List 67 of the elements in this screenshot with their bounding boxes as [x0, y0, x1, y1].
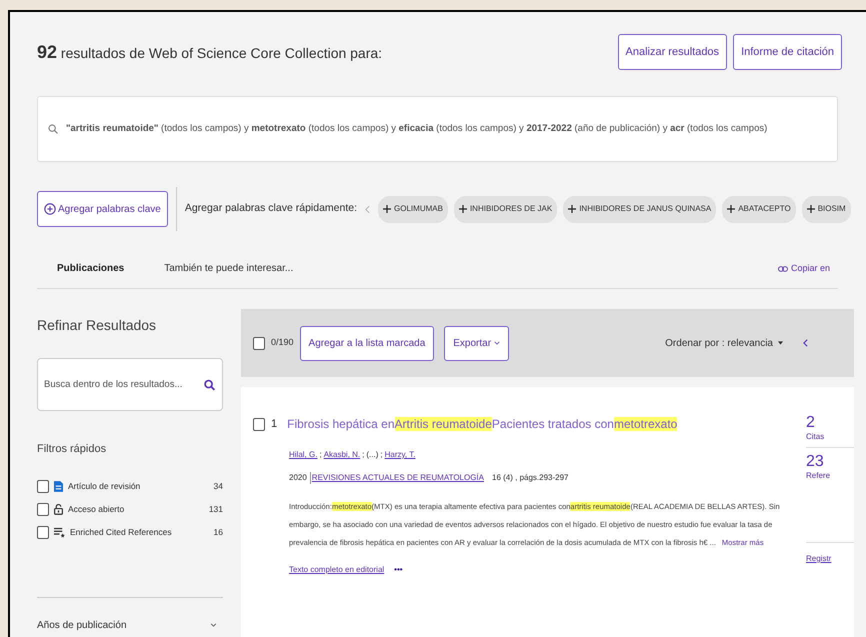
checkbox[interactable] — [253, 418, 265, 430]
sidebar-title: Refinar Resultados — [37, 316, 158, 335]
caret-down-icon — [778, 341, 783, 345]
quick-filters-title: Filtros rápidos — [37, 442, 108, 457]
tab[interactable]: Publicaciones — [37, 261, 144, 276]
sort-dropdown[interactable]: Ordenar por : relevancia — [665, 336, 783, 350]
open-lock-icon — [54, 504, 63, 514]
journal-link[interactable]: REVISIONES ACTUALES DE REUMATOLOGÍA — [310, 472, 484, 484]
keyword-chip[interactable]: BIOSIM — [802, 196, 851, 222]
filter-count: 34 — [214, 480, 223, 492]
record-link[interactable]: Registr — [806, 542, 854, 565]
chevron-down-icon — [494, 341, 500, 345]
export-button[interactable]: Exportar — [444, 326, 510, 360]
plus-icon — [806, 205, 815, 213]
query-text: "artritis reumatoide" (todos los campos) y metotrexato (todos los campos) y eficacia (todos los campos) y 2017-2022 (año de publicación) y acr (todos los campos) — [66, 122, 768, 136]
author-separator: ; — [361, 449, 366, 461]
result-number: 1 — [271, 416, 278, 432]
search-icon[interactable] — [204, 379, 215, 391]
checkbox[interactable] — [253, 336, 265, 350]
results-heading: 92 resultados de Web of Science Core Collection para: — [37, 40, 382, 64]
document-icon — [54, 480, 63, 492]
more-options-button[interactable]: ••• — [394, 564, 403, 576]
citation-label: Citas — [806, 431, 854, 448]
list-star-icon — [54, 526, 65, 538]
author-separator: ; — [379, 449, 384, 461]
keyword-chip[interactable]: INHIBIDORES DE JAK — [454, 196, 558, 222]
reference-label: Refere — [806, 470, 832, 482]
plus-icon — [568, 205, 576, 213]
checkbox[interactable] — [37, 526, 49, 538]
filter-section-title[interactable]: Años de publicación — [37, 618, 127, 632]
keyword-chip[interactable]: GOLIMUMAB — [378, 196, 448, 222]
reference-count[interactable]: 23 — [806, 454, 854, 470]
author-separator: ; — [318, 449, 323, 461]
add-keywords-button[interactable]: Agregar palabras clave — [37, 191, 168, 227]
citation-count[interactable]: 2 — [806, 415, 854, 431]
filter-count: 131 — [208, 502, 223, 516]
author-link[interactable]: Akasbi, N. — [324, 449, 360, 461]
selected-count: 0/190 — [271, 336, 294, 350]
copy-link[interactable]: Copiar en — [778, 262, 830, 276]
header-button[interactable]: Informe de citación — [733, 34, 842, 70]
chevron-down-icon[interactable] — [210, 623, 217, 627]
filter-label[interactable]: Acceso abierto — [68, 502, 204, 516]
keyword-chip[interactable]: ABATACEPTO — [722, 196, 796, 222]
filter-count: 16 — [214, 526, 223, 538]
plus-icon — [727, 205, 736, 213]
plus-circle-icon — [44, 203, 56, 215]
author-ellipsis: (...) — [366, 449, 378, 461]
filter-label[interactable]: Artículo de revisión — [68, 480, 209, 492]
plus-icon — [458, 205, 467, 213]
header-button[interactable]: Analizar resultados — [618, 34, 728, 70]
link-icon — [778, 266, 788, 272]
plus-icon — [383, 205, 392, 213]
publication-year: 2020 — [289, 472, 307, 484]
quick-keywords-label: Agregar palabras clave rápidamente: — [184, 201, 358, 216]
results-search-field[interactable]: Busca dentro de los resultados... — [37, 358, 223, 411]
search-icon — [48, 124, 58, 134]
checkbox[interactable] — [37, 502, 49, 516]
keyword-chip[interactable]: INHIBIDORES DE JANUS QUINASA — [563, 196, 716, 222]
chevron-left-icon[interactable] — [803, 339, 808, 347]
add-to-list-button[interactable]: Agregar a la lista marcada — [300, 326, 434, 360]
filter-label[interactable]: Enriched Cited References — [70, 526, 209, 538]
checkbox[interactable] — [37, 480, 49, 492]
full-text-link[interactable]: Texto completo en editorial — [289, 564, 384, 576]
author-link[interactable]: Harzy, T. — [384, 449, 416, 461]
issue-pages: 16 (4) , págs.293-297 — [492, 472, 568, 484]
tab[interactable]: También te puede interesar... — [144, 261, 314, 276]
author-link[interactable]: Hilal, G. — [289, 449, 318, 461]
